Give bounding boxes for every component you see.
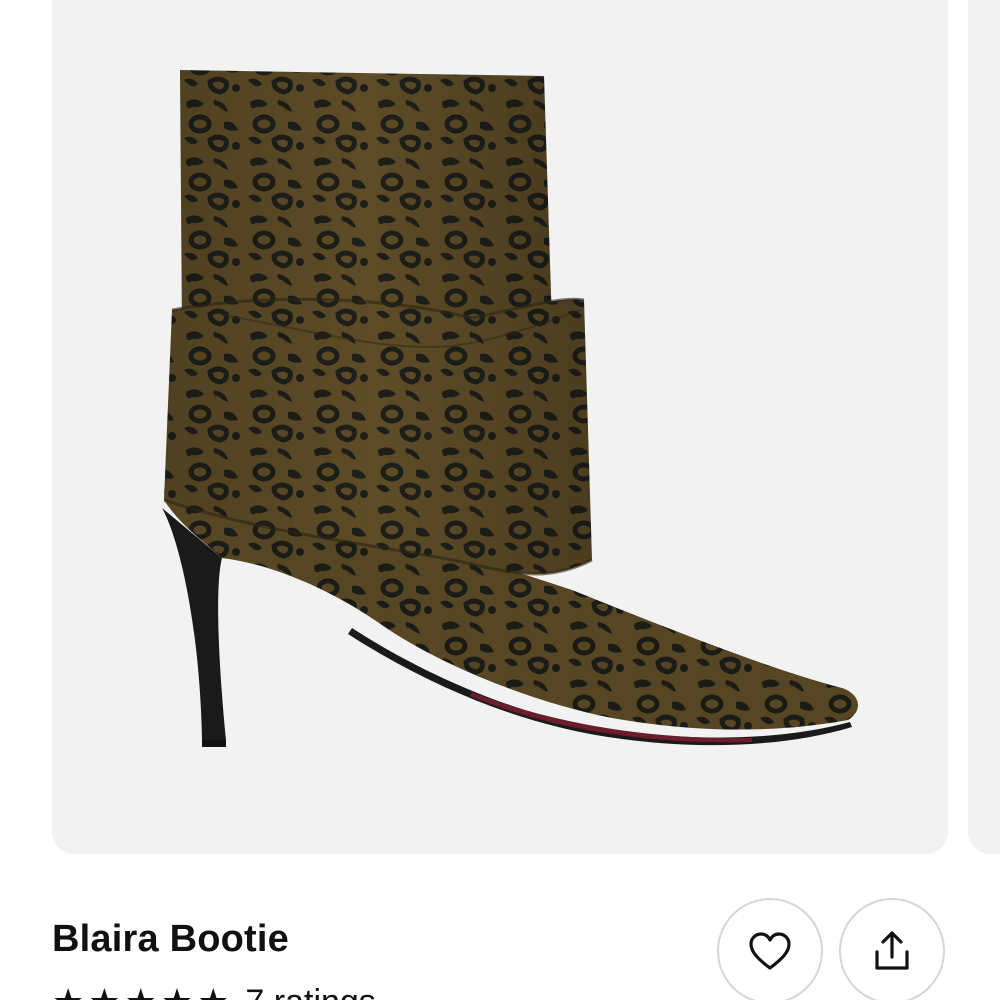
star-icon: ★	[197, 984, 229, 1000]
star-icon: ★	[125, 984, 157, 1000]
star-icon: ★	[88, 984, 120, 1000]
star-icon: ★	[161, 984, 193, 1000]
heart-icon	[749, 932, 791, 970]
product-title: Blaira Bootie	[52, 918, 289, 960]
product-page: Blaira Bootie ★ ★ ★ ★ ★ 7 ratings	[0, 0, 1000, 1000]
star-icon: ★	[52, 984, 84, 1000]
rating-stars: ★ ★ ★ ★ ★	[52, 984, 229, 1000]
share-icon	[875, 931, 909, 970]
image-carousel[interactable]	[0, 0, 1000, 860]
rating-row[interactable]: ★ ★ ★ ★ ★ 7 ratings	[52, 982, 376, 1000]
product-image	[162, 70, 859, 747]
product-info: Blaira Bootie ★ ★ ★ ★ ★ 7 ratings	[0, 880, 1000, 1000]
rating-count[interactable]: 7 ratings	[245, 983, 375, 1000]
next-image-card[interactable]	[968, 0, 1000, 854]
share-button[interactable]	[839, 898, 945, 1000]
product-image-card[interactable]	[52, 0, 948, 854]
favorite-button[interactable]	[717, 898, 823, 1000]
